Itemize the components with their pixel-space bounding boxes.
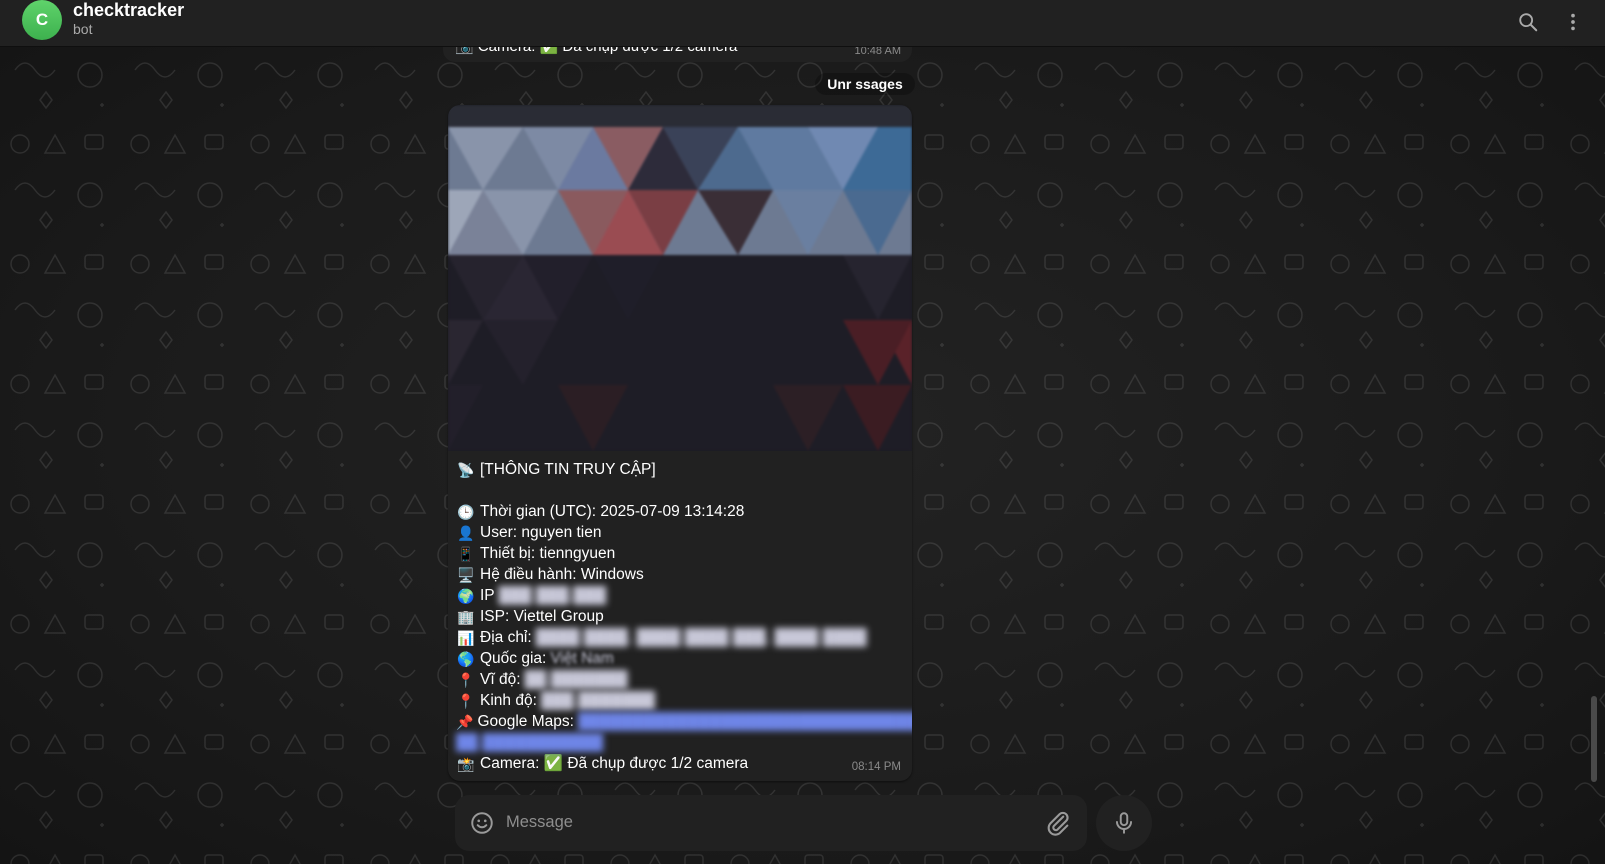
camera-icon: 📸 [457, 755, 475, 772]
search-button[interactable] [1513, 7, 1543, 37]
globe-icon: 🌍 [457, 587, 475, 604]
isp-line: 🏢 ISP: Viettel Group [456, 606, 904, 627]
latitude-value-redacted: ██.███████ [524, 671, 628, 688]
maps-link-redacted[interactable]: ████████████████████████████████████ [578, 711, 912, 732]
blurred-photo-image [448, 105, 912, 451]
message-text: 📡 [THÔNG TIN TRUY CẬP] 🕒 Thời gian (UTC)… [456, 459, 912, 774]
user-line: 👤 User: nguyen tien [456, 522, 904, 543]
message-bubble[interactable]: 📡 [THÔNG TIN TRUY CẬP] 🕒 Thời gian (UTC)… [448, 105, 912, 781]
user-icon: 👤 [457, 524, 475, 541]
address-line: 📊 Địa chỉ: ████ ████, ████ ████ ███, ███… [456, 627, 904, 648]
ip-line: 🌍 IP ███ ███.███ [456, 585, 904, 606]
camera-text: Camera: ✅ Đã chụp được 1/2 camera [480, 755, 749, 772]
longitude-label: Kinh độ: [480, 692, 537, 709]
time-text: Thời gian (UTC): 2025-07-09 13:14:28 [480, 503, 745, 520]
country-value: Việt Nam [550, 650, 614, 667]
chat-scrollbar[interactable] [1591, 696, 1597, 782]
microphone-icon [1115, 812, 1133, 834]
ip-label: IP [480, 587, 495, 604]
phone-icon: 📱 [457, 545, 475, 562]
more-vertical-icon [1571, 13, 1575, 31]
latitude-label: Vĩ độ: [480, 671, 521, 688]
device-text: Thiết bị: tienngyuen [480, 545, 616, 562]
message-time: 08:14 PM [851, 761, 901, 773]
message-photo[interactable] [448, 105, 912, 451]
maps-link-redacted-continued[interactable]: ██.███████████ [456, 732, 603, 753]
device-line: 📱 Thiết bị: tienngyuen [456, 543, 904, 564]
clock-icon: 🕒 [457, 503, 475, 520]
chat-title[interactable]: checktracker [73, 0, 184, 20]
chat-status: bot [73, 21, 93, 37]
search-icon [1519, 13, 1538, 32]
country-line: 🌎 Quốc gia: Việt Nam [456, 648, 904, 669]
ip-value-redacted: ███ ███.███ [498, 587, 607, 604]
message-header: [THÔNG TIN TRUY CẬP] [480, 461, 656, 478]
maps-link-continued: ██.███████████ [456, 732, 904, 753]
more-menu-button[interactable] [1558, 7, 1588, 37]
maps-label: Google Maps: [477, 713, 574, 730]
globe-americas-icon: 🌎 [457, 650, 475, 667]
camera-line: 📸 Camera: ✅ Đã chụp được 1/2 camera [456, 753, 904, 774]
address-value-redacted: ████ ████, ████ ████ ███, ████ ████ [535, 629, 867, 646]
pin-icon: 📍 [457, 671, 475, 688]
unread-messages-separator: Unr ssages [0, 73, 1605, 95]
pin-icon: 📍 [457, 692, 475, 709]
satellite-antenna-icon: 📡 [457, 461, 475, 478]
chat-header: C checktracker bot [0, 0, 1605, 47]
isp-text: ISP: Viettel Group [480, 608, 604, 625]
message-composer: Message [455, 795, 1087, 851]
bar-chart-icon: 📊 [457, 629, 475, 646]
longitude-line: 📍 Kinh độ: ███.███████ [456, 690, 904, 711]
smile-icon[interactable] [469, 810, 495, 836]
os-line: 🖥️ Hệ điều hành: Windows [456, 564, 904, 585]
user-text: User: nguyen tien [480, 524, 602, 541]
maps-line: 📌 Google Maps: █████████████████████████… [456, 711, 912, 732]
attach-icon[interactable] [1044, 809, 1072, 837]
unread-label: Unr ssages [815, 73, 915, 95]
os-text: Hệ điều hành: Windows [480, 566, 644, 583]
longitude-value-redacted: ███.███████ [540, 692, 656, 709]
desktop-computer-icon: 🖥️ [457, 566, 475, 583]
latitude-line: 📍 Vĩ độ: ██.███████ [456, 669, 904, 690]
telegram-chat-window: C checktracker bot 📷 Camera: ✅ Đã chụp đ… [0, 0, 1605, 864]
message-input[interactable]: Message [506, 813, 573, 832]
address-label: Địa chỉ: [480, 629, 532, 646]
message-header-line: 📡 [THÔNG TIN TRUY CẬP] [456, 459, 904, 480]
pushpin-icon: 📌 [456, 713, 474, 730]
country-label: Quốc gia: [480, 650, 547, 667]
avatar[interactable]: C [22, 0, 62, 40]
office-building-icon: 🏢 [457, 608, 475, 625]
time-line: 🕒 Thời gian (UTC): 2025-07-09 13:14:28 [456, 501, 904, 522]
voice-record-button[interactable] [1096, 795, 1152, 851]
